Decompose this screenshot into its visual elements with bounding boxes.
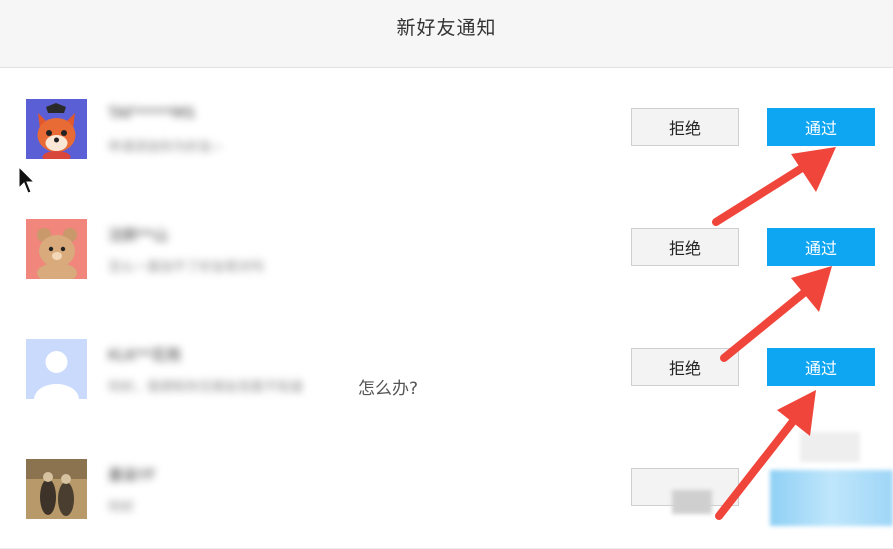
request-message: 怎么一直加不了好友呢对吗	[108, 260, 265, 275]
reject-button[interactable]: 拒绝	[631, 228, 739, 266]
avatar-bear[interactable]	[26, 219, 87, 279]
reject-button[interactable]: 拒绝	[631, 348, 739, 386]
pixelated-overlay	[800, 432, 860, 462]
requester-name: TAF*****MS	[108, 104, 195, 122]
friend-request-row: 沈醉**山 怎么一直加不了好友呢对吗 拒绝 通过	[0, 188, 893, 309]
accept-button[interactable]: 通过	[767, 228, 875, 266]
request-message-tail: 怎么办?	[358, 379, 419, 399]
requester-name: KLK**花雨	[108, 346, 182, 364]
reject-button[interactable]: 拒绝	[631, 108, 739, 146]
pixelated-overlay	[770, 470, 893, 526]
avatar-fox[interactable]	[26, 99, 87, 159]
requester-name: 沈醉**山	[108, 226, 169, 244]
request-message: 你好	[108, 500, 135, 515]
avatar-photo[interactable]	[26, 459, 87, 519]
accept-button[interactable]: 通过	[767, 348, 875, 386]
accept-button[interactable]: 通过	[767, 108, 875, 146]
avatar-default[interactable]	[26, 339, 87, 399]
notification-header: 新好友通知	[0, 0, 893, 68]
request-message: 你好，我想和你交朋友但是不知道	[108, 380, 304, 395]
friend-request-row: TAF*****MS 申请添加你为好友~ 拒绝 通过	[0, 68, 893, 189]
friend-request-row: KLK**花雨 你好，我想和你交朋友但是不知道 怎么办? 拒绝 通过	[0, 308, 893, 429]
requester-name: 墨染YF	[108, 466, 156, 484]
pixelated-overlay	[672, 490, 712, 514]
friend-request-row: 墨染YF 你好 拒绝	[0, 428, 893, 549]
request-message: 申请添加你为好友~	[108, 140, 223, 155]
mouse-cursor-icon	[18, 166, 36, 194]
page-title: 新好友通知	[396, 17, 497, 39]
